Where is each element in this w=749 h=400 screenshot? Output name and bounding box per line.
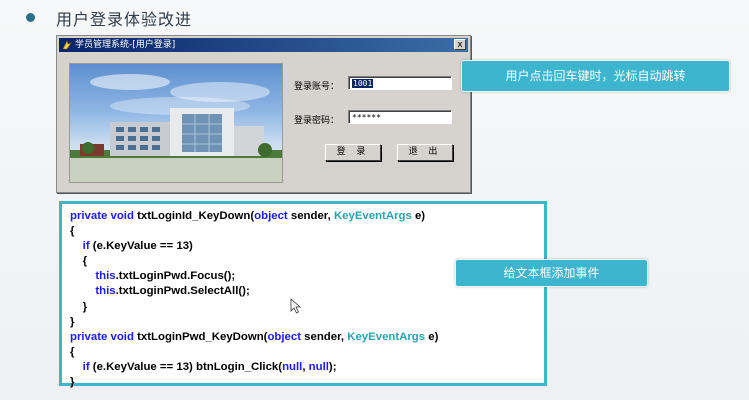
code-line-6: this.txtLoginPwd.SelectAll();: [70, 285, 250, 298]
code-listing: private void txtLoginId_KeyDown(object s…: [70, 209, 438, 390]
password-value: ******: [352, 113, 381, 122]
code-line-10: {: [70, 345, 75, 358]
keyword: private void: [70, 210, 134, 222]
account-label: 登录账号：: [294, 82, 340, 92]
code-text: e): [411, 210, 426, 222]
keyword: null: [282, 360, 303, 373]
code-line-7: }: [70, 300, 88, 313]
code-text: .txtLoginPwd.Focus();: [115, 270, 236, 283]
app-icon: [62, 40, 72, 50]
code-line-11: if (e.KeyValue == 13) btnLogin_Click(nul…: [70, 361, 337, 373]
add-event-callout: 给文本框添加事件: [455, 259, 648, 287]
account-value: 1001: [352, 79, 374, 88]
code-box: private void txtLoginId_KeyDown(object s…: [59, 201, 547, 388]
code-text: txtLoginPwd_KeyDown(: [133, 330, 268, 343]
type-name: KeyEventArgs: [347, 330, 426, 343]
code-line-5: this.txtLoginPwd.Focus();: [70, 270, 235, 282]
keyword: if: [70, 360, 90, 373]
code-line-9: private void txtLoginPwd_KeyDown(object …: [70, 331, 438, 343]
login-button[interactable]: 登 录: [325, 144, 381, 161]
window-title: 学员管理系统-[用户登录]: [75, 40, 176, 50]
code-line-12: }: [70, 376, 75, 389]
type-name: KeyEventArgs: [333, 210, 412, 222]
code-text: .txtLoginPwd.SelectAll();: [115, 285, 250, 298]
keyword: this: [70, 285, 116, 298]
login-window: 学员管理系统-[用户登录] x 登录账号： 1001 登录密码： ****** …: [56, 35, 471, 193]
keyword: object: [267, 330, 302, 343]
title-bullet: [26, 13, 35, 22]
keyword: if: [70, 240, 90, 253]
account-input[interactable]: 1001: [348, 76, 452, 90]
window-titlebar[interactable]: 学员管理系统-[用户登录] x: [59, 38, 468, 52]
code-line-8: }: [70, 315, 75, 328]
code-text: );: [328, 360, 337, 373]
keyword: null: [308, 360, 329, 373]
keyword: private void: [70, 330, 134, 343]
mouse-cursor-icon: [290, 298, 302, 314]
code-text: sender,: [287, 210, 334, 222]
keyword: object: [254, 210, 288, 222]
code-text: e): [425, 330, 439, 343]
code-text: (e.KeyValue == 13): [89, 240, 193, 253]
code-text: sender,: [301, 330, 348, 343]
code-line-1: private void txtLoginId_KeyDown(object s…: [70, 210, 425, 222]
enter-jump-callout: 用户点击回车键时，光标自动跳转: [461, 60, 730, 92]
slide-title: 用户登录体验改进: [56, 10, 193, 29]
code-line-3: if (e.KeyValue == 13): [70, 240, 193, 252]
code-text: txtLoginId_KeyDown(: [133, 210, 255, 222]
close-icon: x: [457, 40, 463, 50]
exit-button[interactable]: 退 出: [397, 144, 453, 161]
password-input[interactable]: ******: [348, 110, 452, 124]
building-photo: [69, 63, 283, 183]
code-text: (e.KeyValue == 13) btnLogin_Click(: [89, 360, 283, 373]
keyword: this: [70, 270, 116, 283]
code-line-4: {: [70, 255, 88, 268]
password-label: 登录密码：: [294, 116, 340, 126]
building-illustration: [70, 74, 282, 182]
code-line-2: {: [70, 225, 75, 238]
close-button[interactable]: x: [454, 39, 466, 50]
